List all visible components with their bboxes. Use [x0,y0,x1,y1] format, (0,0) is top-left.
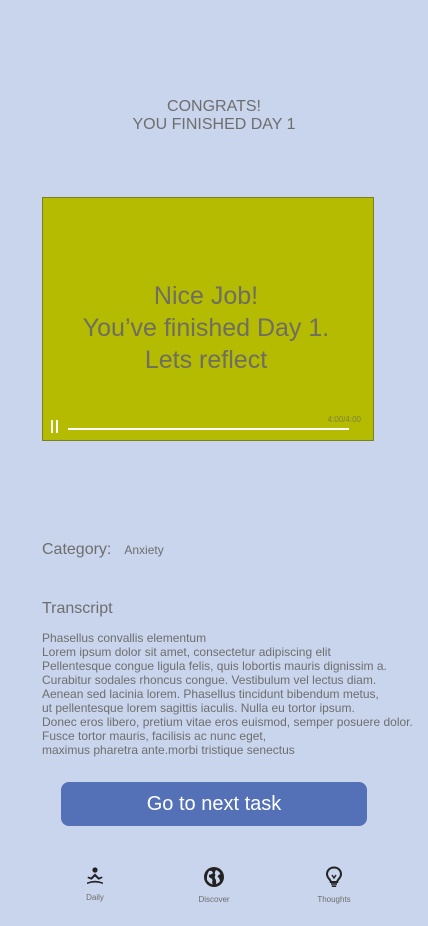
bottom-tab-bar: Daily Discover Thoughts [0,862,428,912]
transcript-body: Phasellus convallis elementum Lorem ipsu… [42,631,422,757]
transcript-line: Donec eros libero, pretium vitae eros eu… [42,715,413,729]
transcript-line: Phasellus convallis elementum [42,631,207,645]
video-message-line: Lets reflect [144,346,268,374]
video-player[interactable]: Nice Job! You’ve finished Day 1. Lets re… [42,197,374,441]
tab-thoughts[interactable]: Thoughts [299,862,369,904]
video-message-line: You’ve finished Day 1. [82,314,330,342]
transcript-line: Curabitur sodales rhoncus congue. Vestib… [42,673,377,687]
congrats-line: CONGRATS! [167,98,261,115]
finished-day-line: YOU FINISHED DAY 1 [132,116,296,133]
meditation-icon [87,867,103,884]
video-time: 4:00/4:00 [327,415,361,424]
video-progress-fill [68,428,349,430]
globe-icon [204,867,224,887]
transcript-line: Pellentesque congue ligula felis, quis l… [42,659,387,673]
tab-label: Thoughts [317,895,351,904]
tab-daily[interactable]: Daily [60,862,130,902]
category-label: Category: [42,541,112,558]
tab-label: Daily [86,893,104,902]
congrats-heading: CONGRATS! YOU FINISHED DAY 1 [0,98,428,134]
next-task-button[interactable]: Go to next task [61,782,367,826]
category-value: Anxiety [124,543,164,557]
transcript-line: maximus pharetra ante.morbi tristique se… [42,743,295,757]
transcript-line: ut pellentesque lorem sagittis iaculis. … [42,701,355,715]
transcript-line: Fusce tortor mauris, facilisis ac nunc e… [42,729,267,743]
transcript-title: Transcript [42,600,113,617]
video-message: Nice Job! You’ve finished Day 1. Lets re… [43,280,369,376]
transcript-line: Aenean sed lacinia lorem. Phasellus tinc… [42,687,379,701]
pause-icon[interactable] [51,420,59,433]
tab-label: Discover [198,895,230,904]
tab-discover[interactable]: Discover [179,862,249,904]
video-progress-bar[interactable] [68,428,349,430]
lightbulb-icon [325,866,343,887]
transcript-line: Lorem ipsum dolor sit amet, consectetur … [42,645,331,659]
category-row: Category: Anxiety [42,541,164,559]
video-message-line: Nice Job! [153,282,259,310]
